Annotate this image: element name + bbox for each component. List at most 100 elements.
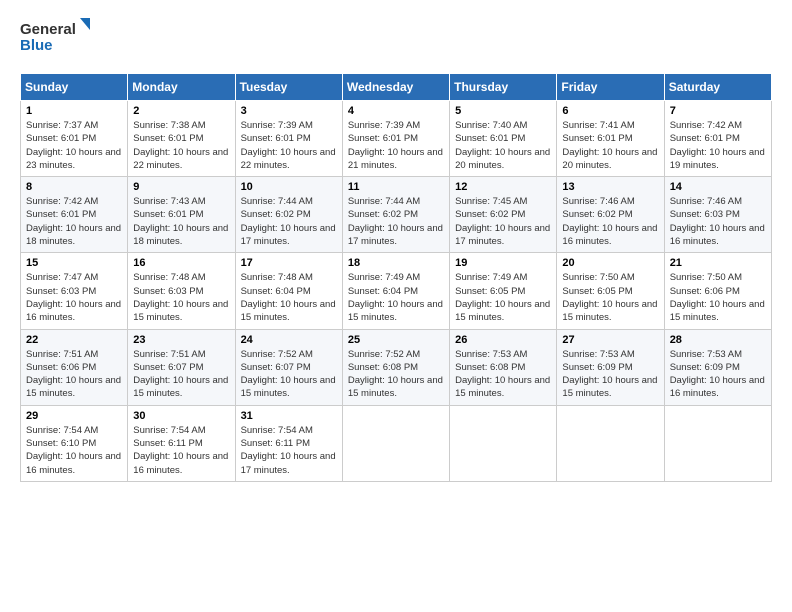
day-info: Sunrise: 7:50 AMSunset: 6:05 PMDaylight:… (562, 271, 658, 324)
day-info: Sunrise: 7:51 AMSunset: 6:06 PMDaylight:… (26, 348, 122, 401)
day-cell: 24 Sunrise: 7:52 AMSunset: 6:07 PMDayligh… (235, 329, 342, 405)
day-number: 12 (455, 181, 551, 193)
day-number: 17 (241, 257, 337, 269)
day-cell: 20 Sunrise: 7:50 AMSunset: 6:05 PMDayligh… (557, 253, 664, 329)
day-number: 2 (133, 105, 229, 117)
day-info: Sunrise: 7:45 AMSunset: 6:02 PMDaylight:… (455, 195, 551, 248)
week-row-4: 22 Sunrise: 7:51 AMSunset: 6:06 PMDayligh… (21, 329, 772, 405)
day-number: 24 (241, 334, 337, 346)
day-cell: 12 Sunrise: 7:45 AMSunset: 6:02 PMDayligh… (450, 177, 557, 253)
day-cell: 21Sunrise: 7:50 AMSunset: 6:06 PMDayligh… (664, 253, 771, 329)
week-row-2: 8Sunrise: 7:42 AMSunset: 6:01 PMDaylight… (21, 177, 772, 253)
day-cell (342, 405, 449, 481)
day-number: 7 (670, 105, 766, 117)
day-number: 31 (241, 410, 337, 422)
day-cell: 4Sunrise: 7:39 AMSunset: 6:01 PMDaylight… (342, 101, 449, 177)
weekday-header-saturday: Saturday (664, 74, 771, 101)
day-cell: 23 Sunrise: 7:51 AMSunset: 6:07 PMDayligh… (128, 329, 235, 405)
day-info: Sunrise: 7:52 AMSunset: 6:08 PMDaylight:… (348, 348, 444, 401)
day-cell: 28Sunrise: 7:53 AMSunset: 6:09 PMDayligh… (664, 329, 771, 405)
day-info: Sunrise: 7:48 AMSunset: 6:04 PMDaylight:… (241, 271, 337, 324)
day-number: 6 (562, 105, 658, 117)
day-cell: 27Sunrise: 7:53 AMSunset: 6:09 PMDayligh… (557, 329, 664, 405)
day-cell: 13 Sunrise: 7:46 AMSunset: 6:02 PMDayligh… (557, 177, 664, 253)
day-cell: 18 Sunrise: 7:49 AMSunset: 6:04 PMDayligh… (342, 253, 449, 329)
day-cell: 16 Sunrise: 7:48 AMSunset: 6:03 PMDayligh… (128, 253, 235, 329)
day-info: Sunrise: 7:53 AMSunset: 6:09 PMDaylight:… (670, 348, 766, 401)
day-number: 15 (26, 257, 122, 269)
day-cell: 17 Sunrise: 7:48 AMSunset: 6:04 PMDayligh… (235, 253, 342, 329)
day-cell (664, 405, 771, 481)
logo: General Blue (20, 16, 90, 61)
weekday-header-row: SundayMondayTuesdayWednesdayThursdayFrid… (21, 74, 772, 101)
day-number: 11 (348, 181, 444, 193)
page: General Blue SundayMondayTuesdayWednesda… (0, 0, 792, 492)
day-cell: 25 Sunrise: 7:52 AMSunset: 6:08 PMDayligh… (342, 329, 449, 405)
day-info: Sunrise: 7:41 AMSunset: 6:01 PMDaylight:… (562, 119, 658, 172)
day-cell: 2 Sunrise: 7:38 AMSunset: 6:01 PMDaylight… (128, 101, 235, 177)
day-number: 30 (133, 410, 229, 422)
day-cell: 15 Sunrise: 7:47 AMSunset: 6:03 PMDayligh… (21, 253, 128, 329)
day-cell: 9 Sunrise: 7:43 AMSunset: 6:01 PMDaylight… (128, 177, 235, 253)
day-info: Sunrise: 7:46 AMSunset: 6:02 PMDaylight:… (562, 195, 658, 248)
day-info: Sunrise: 7:42 AMSunset: 6:01 PMDaylight:… (670, 119, 766, 172)
day-info: Sunrise: 7:49 AMSunset: 6:04 PMDaylight:… (348, 271, 444, 324)
day-number: 22 (26, 334, 122, 346)
svg-text:Blue: Blue (20, 37, 53, 54)
weekday-header-friday: Friday (557, 74, 664, 101)
day-number: 21 (670, 257, 766, 269)
day-number: 26 (455, 334, 551, 346)
svg-text:General: General (20, 21, 76, 38)
day-info: Sunrise: 7:43 AMSunset: 6:01 PMDaylight:… (133, 195, 229, 248)
weekday-header-sunday: Sunday (21, 74, 128, 101)
day-number: 3 (241, 105, 337, 117)
day-number: 27 (562, 334, 658, 346)
day-info: Sunrise: 7:53 AMSunset: 6:08 PMDaylight:… (455, 348, 551, 401)
day-number: 8 (26, 181, 122, 193)
logo-svg: General Blue (20, 16, 90, 61)
day-cell: 6 Sunrise: 7:41 AMSunset: 6:01 PMDaylight… (557, 101, 664, 177)
weekday-header-wednesday: Wednesday (342, 74, 449, 101)
weekday-header-monday: Monday (128, 74, 235, 101)
day-cell: 29 Sunrise: 7:54 AMSunset: 6:10 PMDayligh… (21, 405, 128, 481)
day-cell: 19Sunrise: 7:49 AMSunset: 6:05 PMDayligh… (450, 253, 557, 329)
day-info: Sunrise: 7:52 AMSunset: 6:07 PMDaylight:… (241, 348, 337, 401)
day-number: 25 (348, 334, 444, 346)
day-cell: 5Sunrise: 7:40 AMSunset: 6:01 PMDaylight… (450, 101, 557, 177)
day-number: 9 (133, 181, 229, 193)
day-cell: 7 Sunrise: 7:42 AMSunset: 6:01 PMDaylight… (664, 101, 771, 177)
day-info: Sunrise: 7:54 AMSunset: 6:11 PMDaylight:… (133, 424, 229, 477)
day-info: Sunrise: 7:44 AMSunset: 6:02 PMDaylight:… (348, 195, 444, 248)
header: General Blue (20, 16, 772, 61)
day-info: Sunrise: 7:54 AMSunset: 6:11 PMDaylight:… (241, 424, 337, 477)
week-row-5: 29 Sunrise: 7:54 AMSunset: 6:10 PMDayligh… (21, 405, 772, 481)
day-info: Sunrise: 7:47 AMSunset: 6:03 PMDaylight:… (26, 271, 122, 324)
day-number: 23 (133, 334, 229, 346)
day-cell: 8Sunrise: 7:42 AMSunset: 6:01 PMDaylight… (21, 177, 128, 253)
day-info: Sunrise: 7:49 AMSunset: 6:05 PMDaylight:… (455, 271, 551, 324)
day-info: Sunrise: 7:44 AMSunset: 6:02 PMDaylight:… (241, 195, 337, 248)
day-info: Sunrise: 7:48 AMSunset: 6:03 PMDaylight:… (133, 271, 229, 324)
day-cell: 11 Sunrise: 7:44 AMSunset: 6:02 PMDayligh… (342, 177, 449, 253)
day-number: 16 (133, 257, 229, 269)
day-info: Sunrise: 7:51 AMSunset: 6:07 PMDaylight:… (133, 348, 229, 401)
weekday-header-tuesday: Tuesday (235, 74, 342, 101)
day-number: 14 (670, 181, 766, 193)
week-row-3: 15 Sunrise: 7:47 AMSunset: 6:03 PMDayligh… (21, 253, 772, 329)
week-row-1: 1Sunrise: 7:37 AMSunset: 6:01 PMDaylight… (21, 101, 772, 177)
day-number: 18 (348, 257, 444, 269)
day-number: 4 (348, 105, 444, 117)
day-number: 13 (562, 181, 658, 193)
day-cell: 14 Sunrise: 7:46 AMSunset: 6:03 PMDayligh… (664, 177, 771, 253)
day-number: 29 (26, 410, 122, 422)
day-info: Sunrise: 7:38 AMSunset: 6:01 PMDaylight:… (133, 119, 229, 172)
day-info: Sunrise: 7:46 AMSunset: 6:03 PMDaylight:… (670, 195, 766, 248)
day-cell: 22 Sunrise: 7:51 AMSunset: 6:06 PMDayligh… (21, 329, 128, 405)
day-number: 20 (562, 257, 658, 269)
day-info: Sunrise: 7:54 AMSunset: 6:10 PMDaylight:… (26, 424, 122, 477)
weekday-header-thursday: Thursday (450, 74, 557, 101)
day-cell: 1Sunrise: 7:37 AMSunset: 6:01 PMDaylight… (21, 101, 128, 177)
day-info: Sunrise: 7:37 AMSunset: 6:01 PMDaylight:… (26, 119, 122, 172)
day-cell: 30 Sunrise: 7:54 AMSunset: 6:11 PMDayligh… (128, 405, 235, 481)
day-cell (557, 405, 664, 481)
